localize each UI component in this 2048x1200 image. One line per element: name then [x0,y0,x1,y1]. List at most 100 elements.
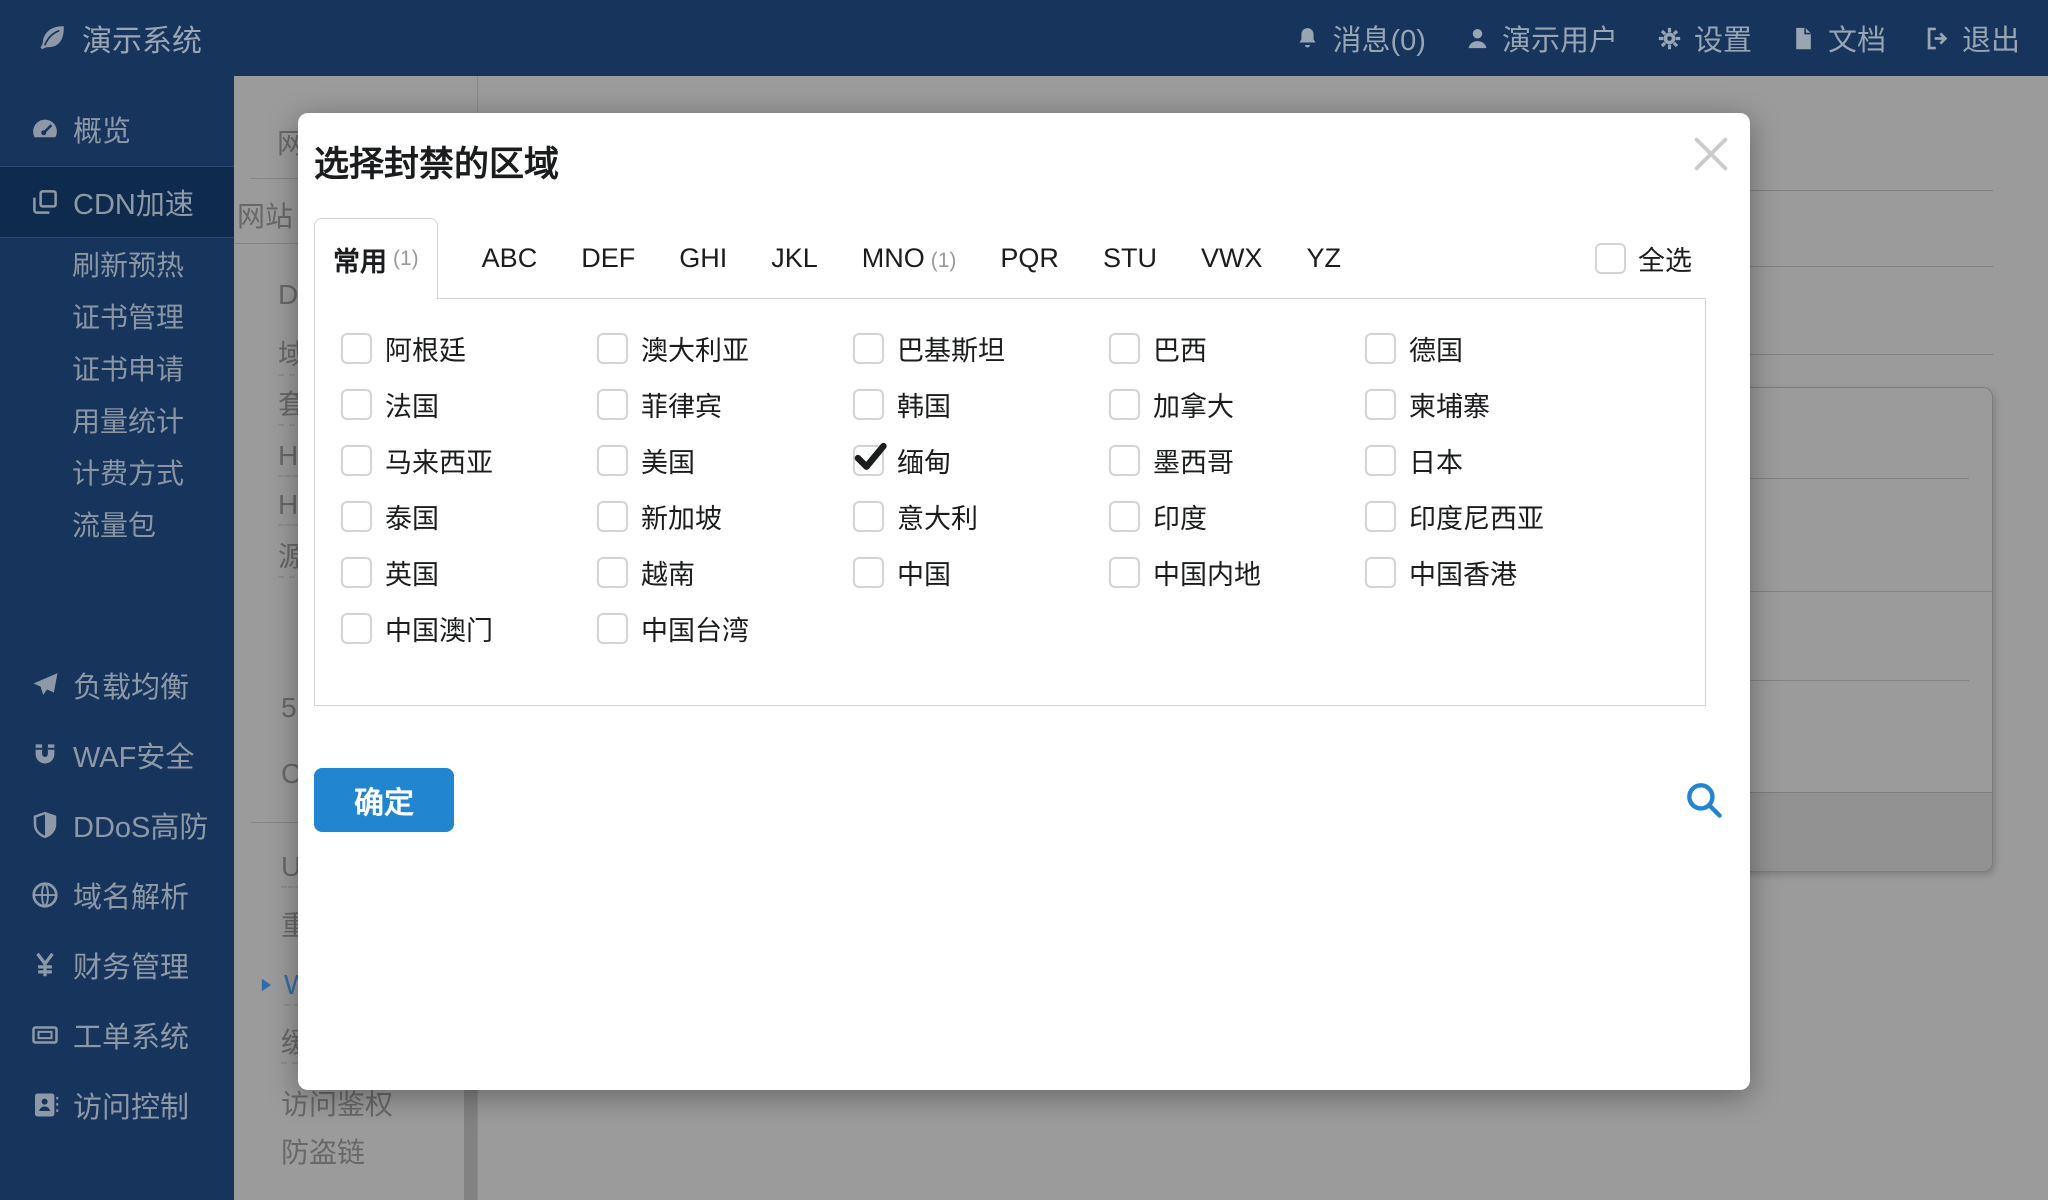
region-checkbox[interactable] [341,557,372,588]
region-item[interactable]: 印度尼西亚 [1365,501,1621,532]
region-item[interactable]: 中国内地 [1109,557,1365,588]
bell-icon [1294,25,1321,52]
sidebar-item-load-balance[interactable]: 负载均衡 [0,650,234,720]
region-checkbox[interactable] [341,333,372,364]
region-item[interactable]: 澳大利亚 [597,333,853,364]
globe-icon [30,880,60,910]
region-item[interactable]: 马来西亚 [341,445,597,476]
region-checkbox[interactable] [853,389,884,420]
tab-yz[interactable]: YZ [1306,243,1341,274]
region-item[interactable]: 柬埔寨 [1365,389,1621,420]
region-checkbox[interactable] [597,445,628,476]
region-label: 中国 [897,553,951,592]
region-checkbox[interactable] [853,501,884,532]
tab-abc[interactable]: ABC [482,243,538,274]
region-label: 美国 [641,441,695,480]
region-checkbox[interactable] [1109,389,1140,420]
select-all-checkbox[interactable] [1595,243,1626,274]
sidebar-item-finance[interactable]: 财务管理 [0,930,234,1000]
region-item[interactable]: 美国 [597,445,853,476]
topbar-item-label: 消息(0) [1332,17,1425,59]
tab-jkl[interactable]: JKL [771,243,818,274]
region-item[interactable]: 加拿大 [1109,389,1365,420]
region-checkbox[interactable] [1365,501,1396,532]
tab-stu[interactable]: STU [1103,243,1157,274]
plane-icon [30,670,60,700]
topbar-item-user[interactable]: 演示用户 [1464,17,1618,59]
region-item[interactable]: 泰国 [341,501,597,532]
region-checkbox[interactable] [341,613,372,644]
sidebar-item-ddos[interactable]: DDoS高防 [0,790,234,860]
region-checkbox[interactable] [1109,333,1140,364]
region-checkbox-checked[interactable] [853,445,884,476]
region-checkbox[interactable] [1365,445,1396,476]
region-item[interactable]: 越南 [597,557,853,588]
topbar-item-logout[interactable]: 退出 [1924,17,2020,59]
region-checkbox[interactable] [853,333,884,364]
sidebar-item-dns[interactable]: 域名解析 [0,860,234,930]
sidebar-item-cert-apply[interactable]: 证书申请 [0,342,234,394]
region-item[interactable]: 中国澳门 [341,613,597,644]
region-checkbox[interactable] [597,613,628,644]
region-item[interactable]: 韩国 [853,389,1109,420]
region-item[interactable]: 日本 [1365,445,1621,476]
search-icon[interactable] [1682,778,1726,822]
region-item[interactable]: 巴基斯坦 [853,333,1109,364]
region-checkbox[interactable] [1109,557,1140,588]
tab-def[interactable]: DEF [581,243,635,274]
topbar-item-label: 退出 [1962,17,2020,59]
region-item[interactable]: 印度 [1109,501,1365,532]
region-item[interactable]: 中国 [853,557,1109,588]
region-checkbox[interactable] [1109,445,1140,476]
topbar-item-messages[interactable]: 消息(0) [1294,17,1425,59]
sidebar-item-tickets[interactable]: 工单系统 [0,1000,234,1070]
region-item[interactable]: 阿根廷 [341,333,597,364]
tab-common[interactable]: 常用(1) [314,218,438,299]
sidebar-item-traffic-pack[interactable]: 流量包 [0,498,234,550]
tab-mno[interactable]: MNO(1) [862,243,957,274]
tab-vwx[interactable]: VWX [1201,243,1263,274]
sidebar-item-refresh-preheat[interactable]: 刷新预热 [0,238,234,290]
region-item[interactable]: 缅甸 [853,445,1109,476]
region-checkbox[interactable] [1365,333,1396,364]
sidebar-item-waf[interactable]: WAF安全 [0,720,234,790]
region-checkbox[interactable] [1365,389,1396,420]
sidebar-item-label: 域名解析 [73,874,189,916]
region-checkbox[interactable] [341,389,372,420]
region-checkbox[interactable] [1109,501,1140,532]
region-item[interactable]: 墨西哥 [1109,445,1365,476]
region-checkbox[interactable] [597,333,628,364]
region-item[interactable]: 英国 [341,557,597,588]
brand[interactable]: 演示系统 [36,16,202,60]
region-item[interactable]: 意大利 [853,501,1109,532]
region-item[interactable]: 法国 [341,389,597,420]
topbar-item-settings[interactable]: 设置 [1656,17,1752,59]
sidebar-item-access-control[interactable]: 访问控制 [0,1070,234,1140]
region-checkbox[interactable] [1365,557,1396,588]
close-icon[interactable] [1688,131,1734,177]
clone-icon [30,187,60,217]
region-item[interactable]: 中国台湾 [597,613,853,644]
sidebar-item-cert-manage[interactable]: 证书管理 [0,290,234,342]
region-checkbox[interactable] [597,389,628,420]
region-checkbox[interactable] [341,445,372,476]
region-item[interactable]: 中国香港 [1365,557,1621,588]
select-all[interactable]: 全选 [1595,239,1706,278]
sidebar-item-billing-mode[interactable]: 计费方式 [0,446,234,498]
select-all-label: 全选 [1638,239,1692,278]
sidebar-item-usage-stats[interactable]: 用量统计 [0,394,234,446]
sidebar-item-cdn[interactable]: CDN加速 [0,166,234,238]
region-item[interactable]: 德国 [1365,333,1621,364]
region-checkbox[interactable] [341,501,372,532]
region-item[interactable]: 巴西 [1109,333,1365,364]
topbar-item-docs[interactable]: 文档 [1790,17,1886,59]
confirm-button[interactable]: 确定 [314,768,454,832]
tab-ghi[interactable]: GHI [679,243,727,274]
region-item[interactable]: 菲律宾 [597,389,853,420]
tab-pqr[interactable]: PQR [1000,243,1059,274]
region-checkbox[interactable] [853,557,884,588]
region-checkbox[interactable] [597,557,628,588]
region-checkbox[interactable] [597,501,628,532]
sidebar-item-overview[interactable]: 概览 [0,94,234,164]
region-item[interactable]: 新加坡 [597,501,853,532]
